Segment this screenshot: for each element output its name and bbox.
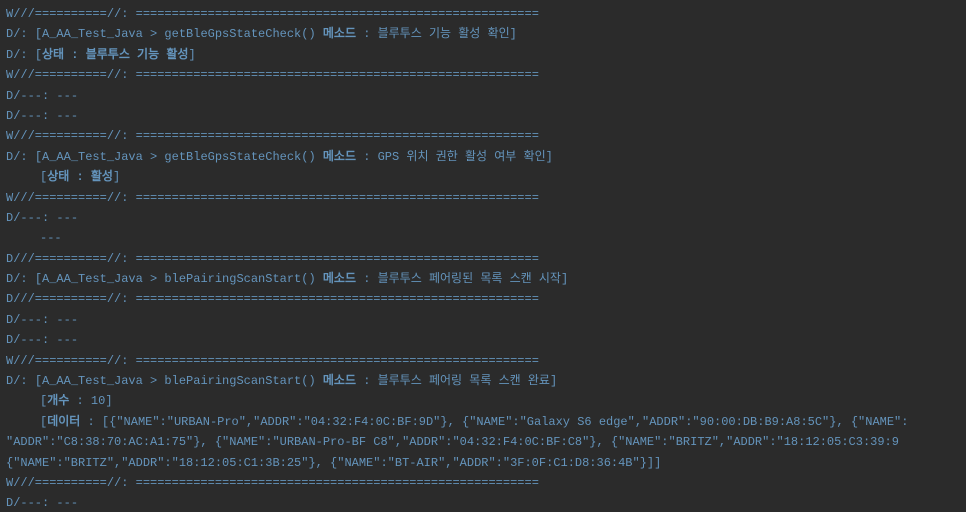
log-span: ========================================…	[136, 476, 539, 490]
log-line: D///==========//: ======================…	[6, 249, 960, 269]
log-span: D/:	[6, 374, 35, 388]
log-line: W///==========//: ======================…	[6, 4, 960, 24]
log-line: D/---: ---	[6, 330, 960, 350]
log-span: 개수	[47, 394, 69, 408]
log-span: ---	[56, 109, 78, 123]
log-line: W///==========//: ======================…	[6, 473, 960, 493]
log-span: ---	[56, 333, 78, 347]
log-span: : 10	[69, 394, 105, 408]
log-span: ]	[561, 272, 568, 286]
log-span: 상태 : 활성	[47, 170, 113, 184]
log-span: ========================================…	[136, 252, 539, 266]
log-span: D///==========//:	[6, 292, 136, 306]
log-span: ---	[56, 313, 78, 327]
log-span: ========================================…	[136, 191, 539, 205]
log-span: 메소드	[323, 272, 356, 286]
log-line: W///==========//: ======================…	[6, 65, 960, 85]
log-span: W///==========//:	[6, 354, 136, 368]
log-span: ]	[550, 374, 557, 388]
log-line: D/: [A_AA_Test_Java > getBleGpsStateChec…	[6, 147, 960, 167]
log-span: [	[35, 48, 42, 62]
log-span: D/---:	[6, 313, 56, 327]
log-span: ---	[56, 496, 78, 510]
log-span: W///==========//:	[6, 191, 136, 205]
log-span: 메소드	[323, 27, 356, 41]
log-line: D///==========//: ======================…	[6, 289, 960, 309]
log-span: ========================================…	[136, 292, 539, 306]
log-span: 메소드	[323, 374, 356, 388]
log-line: D/: [A_AA_Test_Java > getBleGpsStateChec…	[6, 24, 960, 44]
log-line: D/---: ---	[6, 106, 960, 126]
log-line: D/---: ---	[6, 86, 960, 106]
log-span: ---	[40, 231, 62, 245]
log-span: W///==========//:	[6, 476, 136, 490]
log-span: [	[35, 272, 42, 286]
log-span: ]	[510, 27, 517, 41]
log-span: : GPS 위치 권한 활성 여부 확인	[356, 150, 546, 164]
log-span: D/---:	[6, 333, 56, 347]
log-line: [데이터 : [{"NAME":"URBAN-Pro","ADDR":"04:3…	[6, 412, 960, 432]
log-span: W///==========//:	[6, 7, 136, 21]
log-line: [개수 : 10]	[6, 391, 960, 411]
log-span: A_AA_Test_Java > blePairingScanStart()	[42, 374, 323, 388]
log-span: ]	[188, 48, 195, 62]
log-line: D/: [A_AA_Test_Java > blePairingScanStar…	[6, 269, 960, 289]
log-span: D/---:	[6, 496, 56, 510]
log-span: D///==========//:	[6, 252, 136, 266]
log-span: 상태 : 블루투스 기능 활성	[42, 48, 188, 62]
log-span: W///==========//:	[6, 68, 136, 82]
log-span: A_AA_Test_Java > getBleGpsStateCheck()	[42, 27, 323, 41]
log-span: [	[35, 374, 42, 388]
log-span: 메소드	[323, 150, 356, 164]
log-line: {"NAME":"BRITZ","ADDR":"18:12:05:C1:3B:2…	[6, 453, 960, 473]
log-span: [	[35, 27, 42, 41]
log-span: ========================================…	[136, 68, 539, 82]
log-span: [	[35, 150, 42, 164]
log-span: D/:	[6, 150, 35, 164]
log-span: : [{"NAME":"URBAN-Pro","ADDR":"04:32:F4:…	[80, 415, 908, 429]
log-span: A_AA_Test_Java > blePairingScanStart()	[42, 272, 323, 286]
log-span: ]	[654, 456, 661, 470]
log-span: : 블루투스 페어링 목록 스캔 완료	[356, 374, 550, 388]
log-line: D/---: ---	[6, 208, 960, 228]
log-line: ---	[6, 228, 960, 248]
log-span: ========================================…	[136, 354, 539, 368]
log-span: D/---:	[6, 89, 56, 103]
log-line: [상태 : 활성]	[6, 167, 960, 187]
log-span: ]	[105, 394, 112, 408]
log-line: D/: [상태 : 블루투스 기능 활성]	[6, 45, 960, 65]
log-line: W///==========//: ======================…	[6, 188, 960, 208]
log-span: D/---:	[6, 211, 56, 225]
logcat-output[interactable]: W///==========//: ======================…	[0, 0, 966, 512]
log-span: : 블루투스 페어링된 목록 스캔 시작	[356, 272, 561, 286]
log-span: D/:	[6, 272, 35, 286]
log-span: ========================================…	[136, 129, 539, 143]
log-line: W///==========//: ======================…	[6, 126, 960, 146]
log-span: ]	[113, 170, 120, 184]
log-span: W///==========//:	[6, 129, 136, 143]
log-span: : 블루투스 기능 활성 확인	[356, 27, 510, 41]
log-span: {"NAME":"BRITZ","ADDR":"18:12:05:C1:3B:2…	[6, 456, 654, 470]
log-line: D/---: ---	[6, 310, 960, 330]
log-span: ]	[546, 150, 553, 164]
log-span: D/:	[6, 27, 35, 41]
log-line: "ADDR":"C8:38:70:AC:A1:75"}, {"NAME":"UR…	[6, 432, 960, 452]
log-span: D/---:	[6, 109, 56, 123]
log-span: 데이터	[47, 415, 80, 429]
log-line: W///==========//: ======================…	[6, 351, 960, 371]
log-line: D/: [A_AA_Test_Java > blePairingScanStar…	[6, 371, 960, 391]
log-span: ---	[56, 211, 78, 225]
log-span: A_AA_Test_Java > getBleGpsStateCheck()	[42, 150, 323, 164]
log-span: "ADDR":"C8:38:70:AC:A1:75"}, {"NAME":"UR…	[6, 435, 899, 449]
log-span: D/:	[6, 48, 35, 62]
log-span: ========================================…	[136, 7, 539, 21]
log-span: ---	[56, 89, 78, 103]
log-line: D/---: ---	[6, 493, 960, 512]
